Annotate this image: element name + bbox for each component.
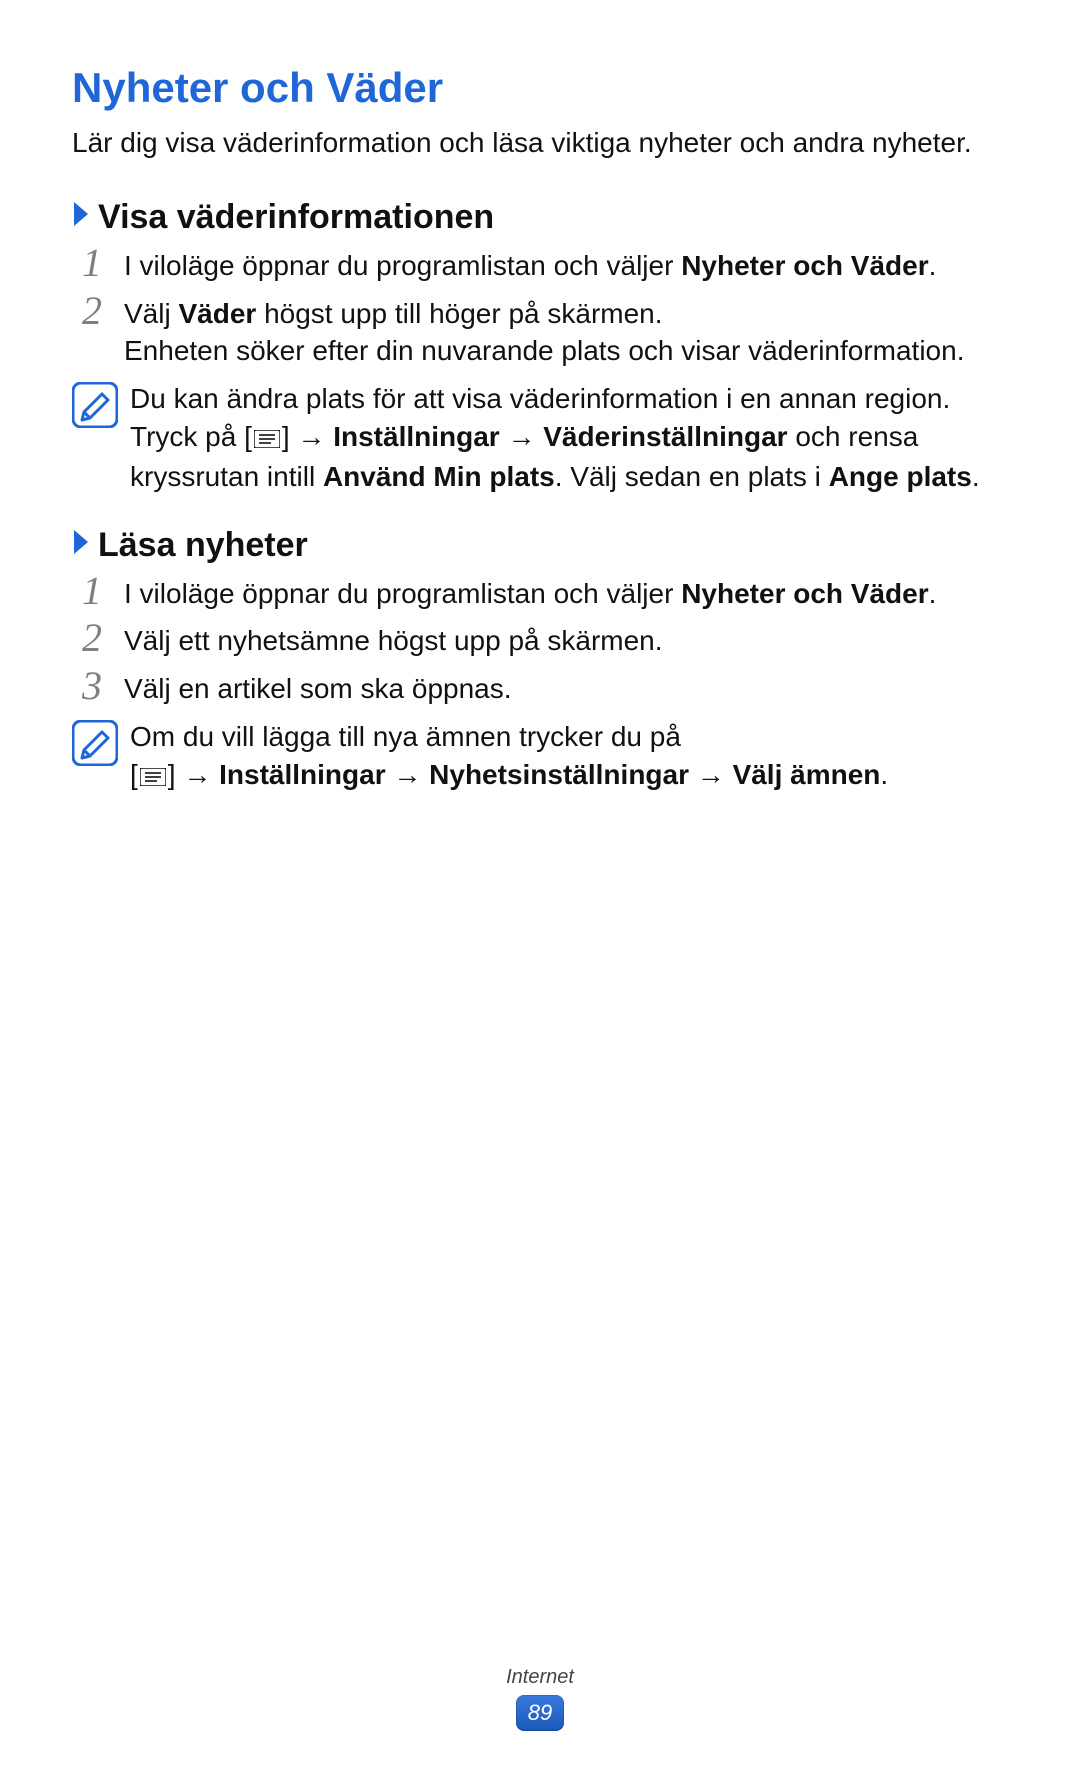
step-extra-text: Enheten söker efter din nuvarande plats … bbox=[124, 332, 964, 370]
page-number-badge: 89 bbox=[516, 1695, 564, 1731]
text-segment: . bbox=[929, 578, 937, 609]
note-body: Om du vill lägga till nya ämnen trycker … bbox=[130, 718, 888, 796]
section-heading-text: Läsa nyheter bbox=[98, 526, 308, 565]
text-segment: I viloläge öppnar du programlistan och v… bbox=[124, 250, 681, 281]
step-list-news: 1 I viloläge öppnar du programlistan och… bbox=[72, 571, 1008, 708]
page-footer: Internet 89 bbox=[0, 1666, 1080, 1731]
list-item: 2 Välj Väder högst upp till höger på skä… bbox=[72, 291, 1008, 371]
text-segment: . bbox=[880, 759, 888, 790]
step-body: Välj ett nyhetsämne högst upp på skärmen… bbox=[124, 618, 663, 660]
text-segment: . bbox=[972, 461, 980, 492]
text-bold: Nyhetsinställningar bbox=[429, 759, 689, 790]
step-number: 3 bbox=[72, 666, 112, 706]
text-segment: → bbox=[500, 421, 544, 452]
menu-icon bbox=[254, 420, 280, 458]
text-segment: Om du vill lägga till nya ämnen trycker … bbox=[130, 721, 681, 752]
note-block-news: Om du vill lägga till nya ämnen trycker … bbox=[72, 718, 1008, 796]
step-number: 1 bbox=[72, 571, 112, 611]
menu-icon bbox=[140, 758, 166, 796]
section-heading-news: Läsa nyheter bbox=[72, 526, 1008, 565]
document-page: Nyheter och Väder Lär dig visa väderinfo… bbox=[0, 0, 1080, 1771]
note-icon bbox=[72, 382, 118, 433]
text-bold: Nyheter och Väder bbox=[681, 250, 928, 281]
step-number: 1 bbox=[72, 243, 112, 283]
list-item: 1 I viloläge öppnar du programlistan och… bbox=[72, 243, 1008, 285]
text-segment: ] → bbox=[168, 759, 219, 790]
text-segment: . Välj sedan en plats i bbox=[555, 461, 829, 492]
intro-text: Lär dig visa väderinformation och läsa v… bbox=[72, 124, 1008, 162]
step-body: I viloläge öppnar du programlistan och v… bbox=[124, 243, 936, 285]
footer-category: Internet bbox=[0, 1666, 1080, 1689]
text-bold: Välj ämnen bbox=[733, 759, 881, 790]
list-item: 1 I viloläge öppnar du programlistan och… bbox=[72, 571, 1008, 613]
text-bold: Använd Min plats bbox=[323, 461, 555, 492]
list-item: 3 Välj en artikel som ska öppnas. bbox=[72, 666, 1008, 708]
text-segment: högst upp till höger på skärmen. bbox=[256, 298, 662, 329]
text-bold: Inställningar bbox=[333, 421, 499, 452]
text-bold: Inställningar bbox=[219, 759, 385, 790]
step-number: 2 bbox=[72, 291, 112, 331]
chevron-right-icon bbox=[72, 528, 90, 556]
note-icon bbox=[72, 720, 118, 771]
note-block-weather: Du kan ändra plats för att visa väderinf… bbox=[72, 380, 1008, 495]
step-list-weather: 1 I viloläge öppnar du programlistan och… bbox=[72, 243, 1008, 370]
text-segment: → bbox=[386, 759, 430, 790]
step-body: Välj en artikel som ska öppnas. bbox=[124, 666, 512, 708]
text-segment: → bbox=[689, 759, 733, 790]
text-segment: Välj bbox=[124, 298, 178, 329]
section-heading-weather: Visa väderinformationen bbox=[72, 198, 1008, 237]
note-body: Du kan ändra plats för att visa väderinf… bbox=[130, 380, 1008, 495]
text-segment: I viloläge öppnar du programlistan och v… bbox=[124, 578, 681, 609]
chevron-right-icon bbox=[72, 200, 90, 228]
text-bold: Nyheter och Väder bbox=[681, 578, 928, 609]
step-number: 2 bbox=[72, 618, 112, 658]
text-bold: Väderinställningar bbox=[543, 421, 787, 452]
section-heading-text: Visa väderinformationen bbox=[98, 198, 494, 237]
step-body: I viloläge öppnar du programlistan och v… bbox=[124, 571, 936, 613]
text-bold: Ange plats bbox=[829, 461, 972, 492]
text-segment: [ bbox=[130, 759, 138, 790]
text-segment: ] → bbox=[282, 421, 333, 452]
list-item: 2 Välj ett nyhetsämne högst upp på skärm… bbox=[72, 618, 1008, 660]
step-body: Välj Väder högst upp till höger på skärm… bbox=[124, 291, 964, 371]
page-title: Nyheter och Väder bbox=[72, 64, 1008, 112]
text-segment: . bbox=[929, 250, 937, 281]
text-bold: Väder bbox=[178, 298, 256, 329]
